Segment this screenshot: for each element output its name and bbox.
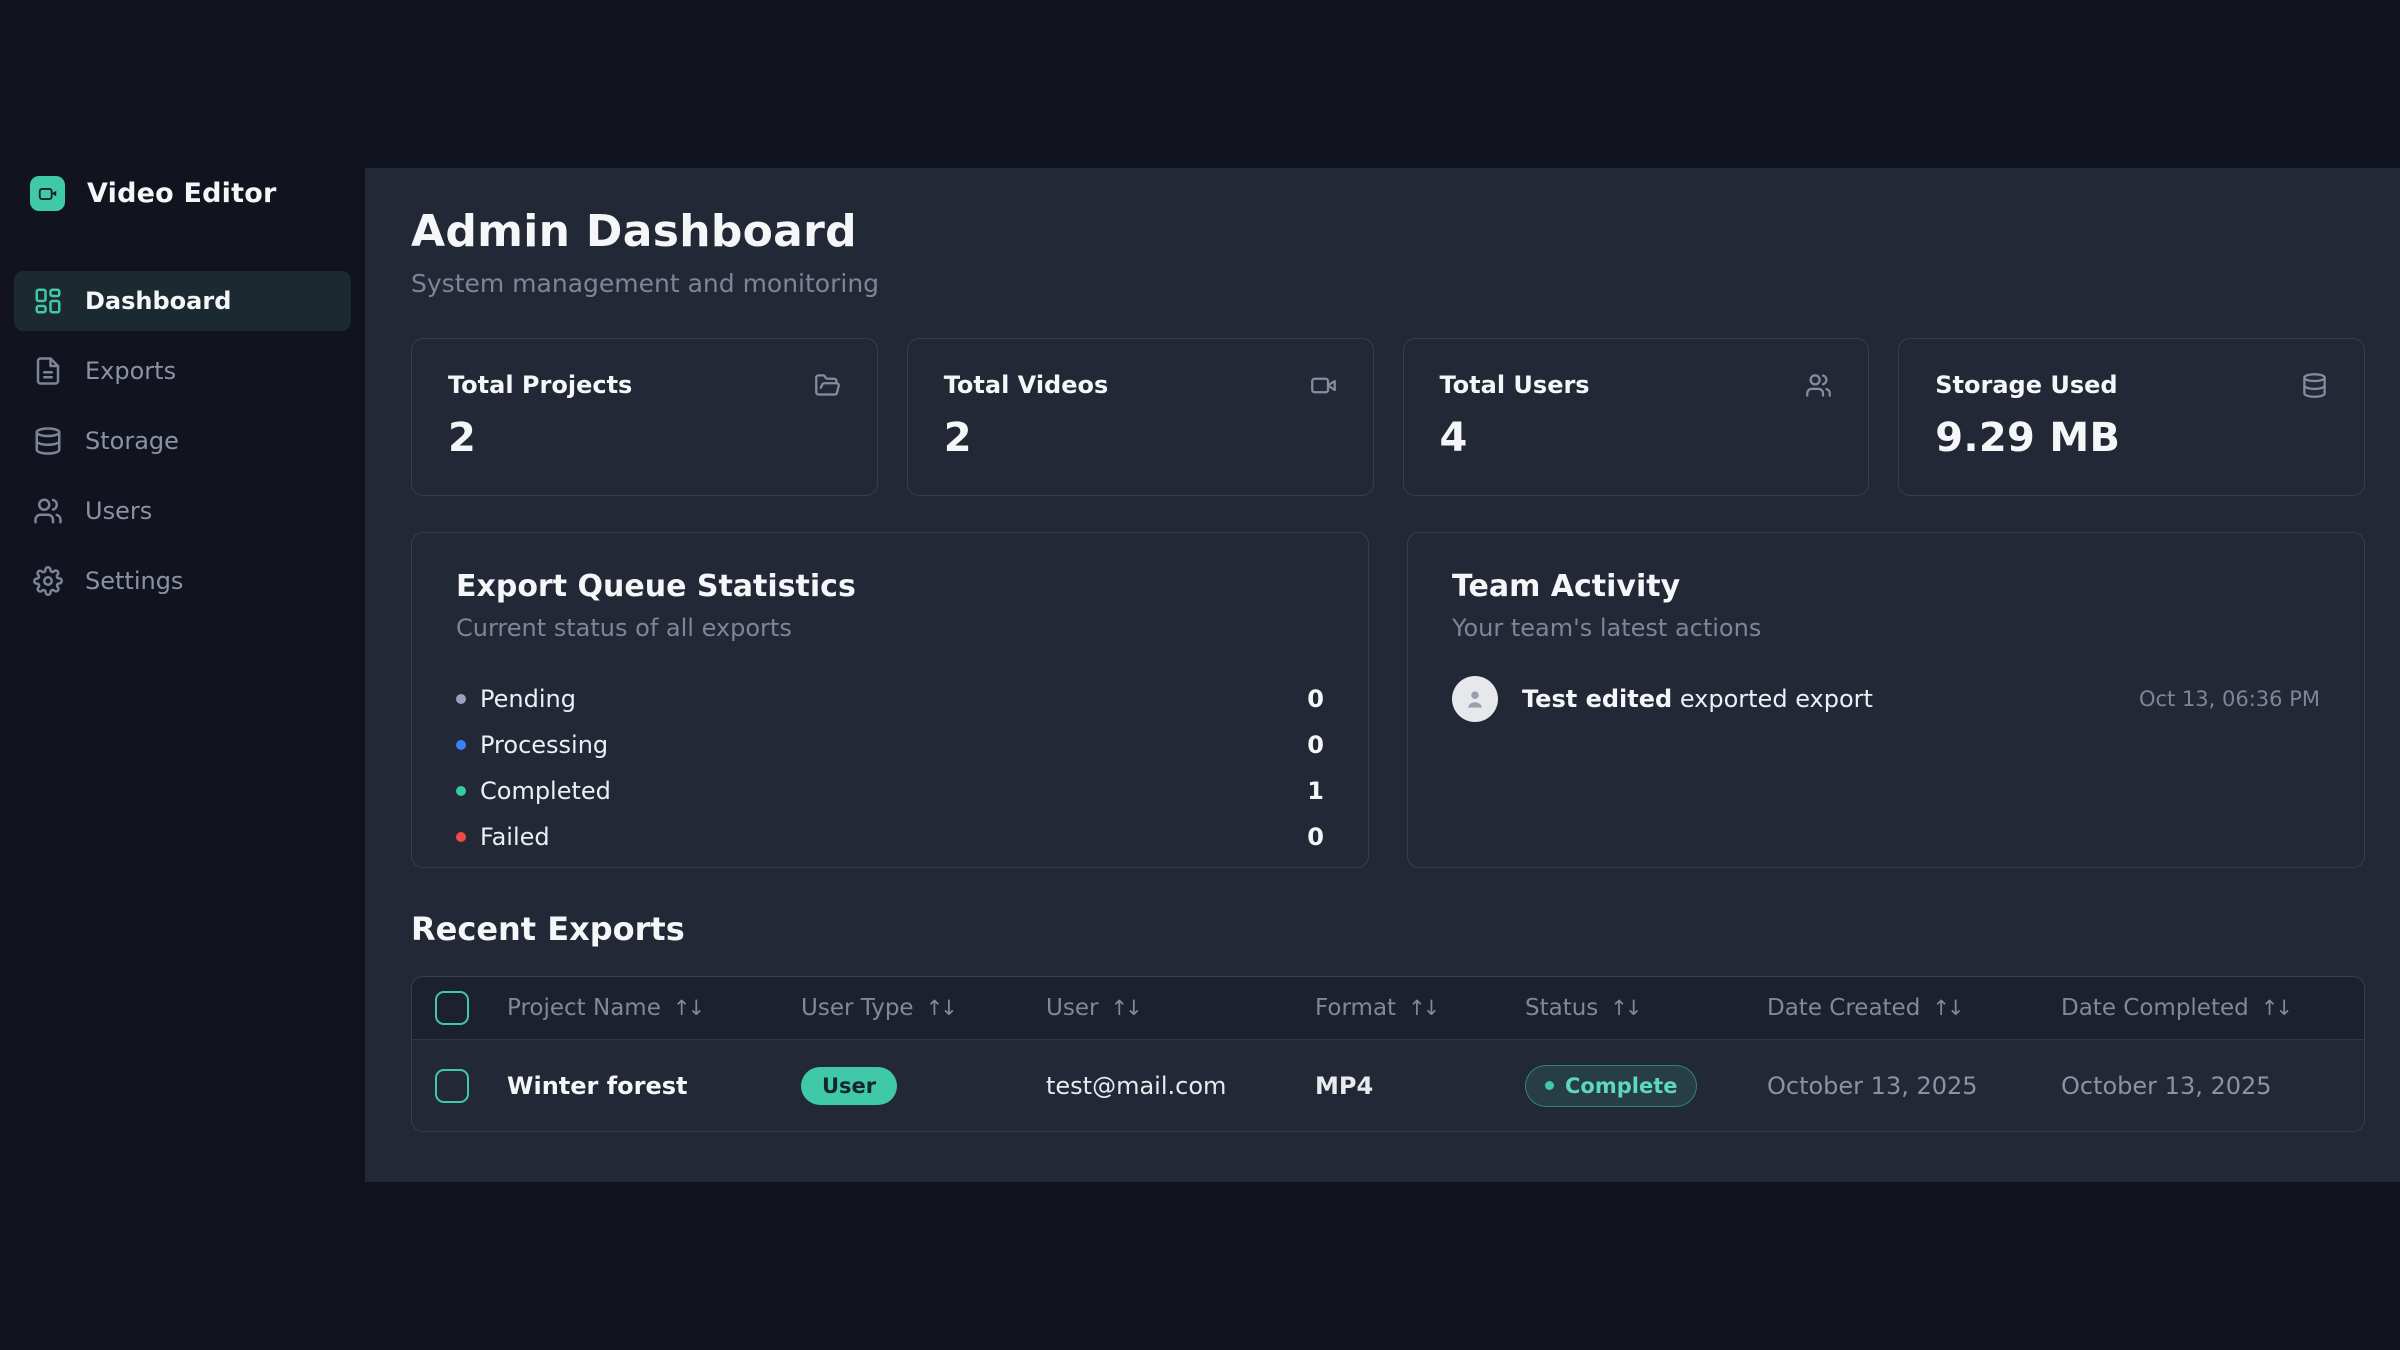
sort-icon: ↑↓ <box>926 996 955 1020</box>
stat-card-total-projects: Total Projects 2 <box>411 338 878 496</box>
page-subtitle: System management and monitoring <box>411 269 2365 298</box>
video-editor-logo-icon <box>30 176 65 211</box>
table-row[interactable]: Winter forest User test@mail.com MP4 Com… <box>412 1039 2364 1131</box>
queue-row-processing: Processing 0 <box>456 722 1324 768</box>
row-checkbox[interactable] <box>435 1069 469 1103</box>
sort-icon: ↑↓ <box>1932 996 1961 1020</box>
team-activity-subtitle: Your team's latest actions <box>1452 614 2320 642</box>
failed-dot <box>456 832 466 842</box>
stat-value: 4 <box>1440 415 1833 461</box>
table-header-row: Project Name↑↓ User Type↑↓ User↑↓ Format… <box>412 977 2364 1039</box>
column-header-user-type[interactable]: User Type↑↓ <box>801 995 1046 1021</box>
person-icon <box>1462 686 1488 712</box>
queue-row-pending: Pending 0 <box>456 676 1324 722</box>
stat-card-storage-used: Storage Used 9.29 MB <box>1898 338 2365 496</box>
team-activity-panel: Team Activity Your team's latest actions… <box>1407 532 2365 868</box>
sidebar: Video Editor Dashboard Exports Storage U… <box>0 0 365 1350</box>
sidebar-item-label: Users <box>85 497 152 525</box>
activity-text: Test edited exported export <box>1522 685 1873 713</box>
column-header-project-name[interactable]: Project Name↑↓ <box>507 995 801 1021</box>
folder-open-icon <box>814 372 841 399</box>
sort-icon: ↑↓ <box>673 996 702 1020</box>
stat-label: Total Videos <box>944 371 1109 399</box>
sidebar-item-label: Storage <box>85 427 179 455</box>
user-type-badge: User <box>801 1067 897 1105</box>
stat-value: 9.29 MB <box>1935 415 2328 461</box>
cell-date-completed: October 13, 2025 <box>2061 1072 2364 1100</box>
cell-user: test@mail.com <box>1046 1072 1315 1100</box>
column-header-status[interactable]: Status↑↓ <box>1525 995 1767 1021</box>
page-title: Admin Dashboard <box>411 206 2365 257</box>
stat-label: Total Projects <box>448 371 632 399</box>
recent-exports-title: Recent Exports <box>411 910 2365 948</box>
status-dot-icon <box>1545 1081 1554 1090</box>
stat-card-total-users: Total Users 4 <box>1403 338 1870 496</box>
select-all-checkbox[interactable] <box>435 991 469 1025</box>
main-content: Admin Dashboard System management and mo… <box>365 168 2400 1182</box>
column-header-date-completed[interactable]: Date Completed↑↓ <box>2061 995 2364 1021</box>
app-brand: Video Editor <box>30 176 351 211</box>
stat-value: 2 <box>944 415 1337 461</box>
stat-card-total-videos: Total Videos 2 <box>907 338 1374 496</box>
stat-cards-row: Total Projects 2 Total Videos 2 Total Us… <box>411 338 2365 496</box>
cell-format: MP4 <box>1315 1072 1525 1100</box>
status-badge: Complete <box>1525 1065 1697 1107</box>
recent-exports-table: Project Name↑↓ User Type↑↓ User↑↓ Format… <box>411 976 2365 1132</box>
sidebar-item-settings[interactable]: Settings <box>14 551 351 611</box>
processing-dot <box>456 740 466 750</box>
cell-project-name: Winter forest <box>507 1072 801 1100</box>
file-icon <box>33 356 63 386</box>
users-icon <box>33 496 63 526</box>
queue-row-completed: Completed 1 <box>456 768 1324 814</box>
avatar <box>1452 676 1498 722</box>
stat-label: Storage Used <box>1935 371 2117 399</box>
cell-status: Complete <box>1525 1065 1767 1107</box>
column-header-date-created[interactable]: Date Created↑↓ <box>1767 995 2061 1021</box>
export-queue-panel: Export Queue Statistics Current status o… <box>411 532 1369 868</box>
users-icon <box>1805 372 1832 399</box>
sidebar-item-label: Settings <box>85 567 183 595</box>
database-icon <box>2301 372 2328 399</box>
sort-icon: ↑↓ <box>2261 996 2290 1020</box>
dashboard-icon <box>33 286 63 316</box>
queue-row-failed: Failed 0 <box>456 814 1324 860</box>
cell-date-created: October 13, 2025 <box>1767 1072 2061 1100</box>
sidebar-item-label: Exports <box>85 357 176 385</box>
app-title: Video Editor <box>87 178 276 209</box>
sidebar-item-label: Dashboard <box>85 287 231 315</box>
completed-dot <box>456 786 466 796</box>
sort-icon: ↑↓ <box>1610 996 1639 1020</box>
cell-user-type: User <box>801 1067 1046 1105</box>
export-queue-subtitle: Current status of all exports <box>456 614 1324 642</box>
team-activity-title: Team Activity <box>1452 569 2320 604</box>
sort-icon: ↑↓ <box>1408 996 1437 1020</box>
stat-label: Total Users <box>1440 371 1590 399</box>
stat-value: 2 <box>448 415 841 461</box>
video-icon <box>1310 372 1337 399</box>
export-queue-title: Export Queue Statistics <box>456 569 1324 604</box>
pending-dot <box>456 694 466 704</box>
sidebar-item-storage[interactable]: Storage <box>14 411 351 471</box>
queue-status-list: Pending 0 Processing 0 Completed 1 Faile… <box>456 676 1324 860</box>
activity-timestamp: Oct 13, 06:36 PM <box>2139 687 2320 711</box>
database-icon <box>33 426 63 456</box>
sort-icon: ↑↓ <box>1110 996 1139 1020</box>
sidebar-item-dashboard[interactable]: Dashboard <box>14 271 351 331</box>
sidebar-item-users[interactable]: Users <box>14 481 351 541</box>
column-header-format[interactable]: Format↑↓ <box>1315 995 1525 1021</box>
column-header-user[interactable]: User↑↓ <box>1046 995 1315 1021</box>
gear-icon <box>33 566 63 596</box>
sidebar-item-exports[interactable]: Exports <box>14 341 351 401</box>
activity-item: Test edited exported export Oct 13, 06:3… <box>1452 676 2320 722</box>
sidebar-nav: Dashboard Exports Storage Users Settings <box>14 271 351 611</box>
